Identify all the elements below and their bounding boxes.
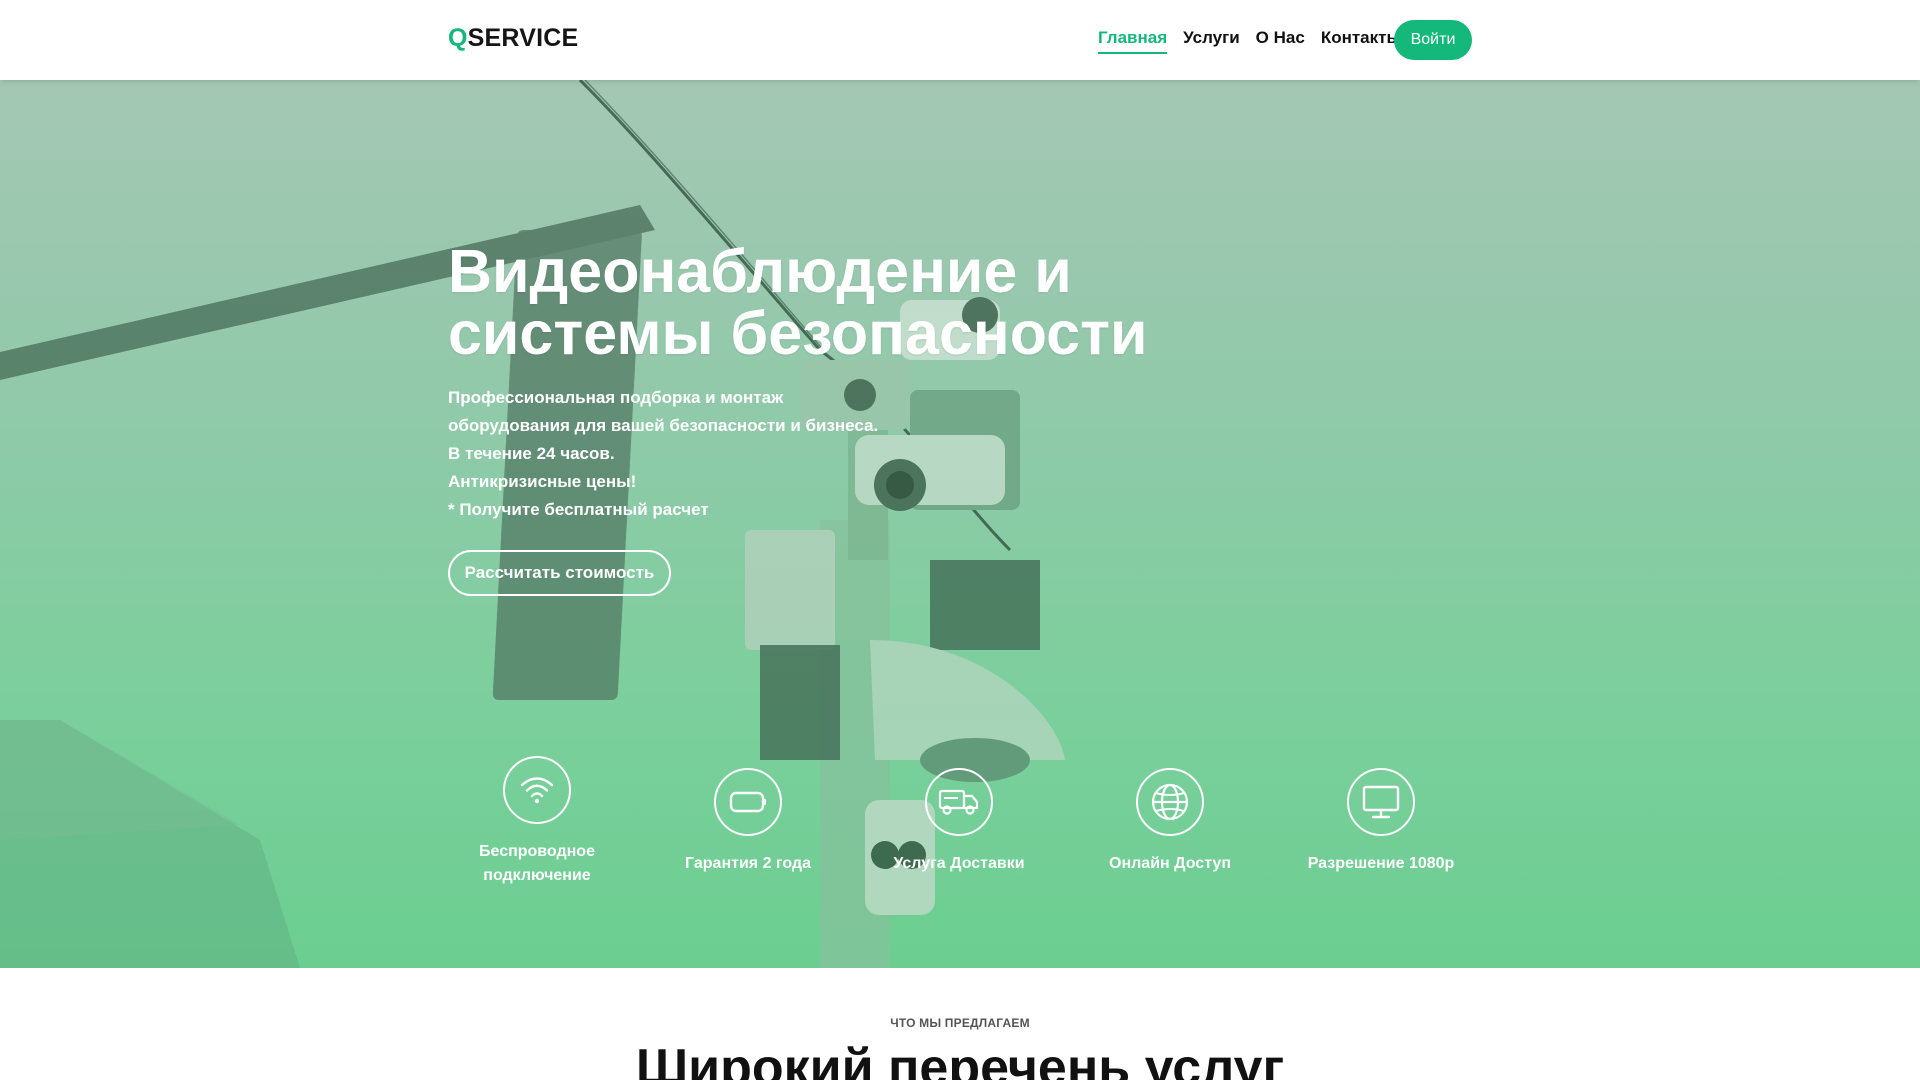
feature-label: Гарантия 2 года: [685, 855, 811, 872]
hero-title: Видеонаблюдение и системы безопасности: [448, 237, 1148, 367]
feature-label: Онлайн Доступ: [1109, 855, 1231, 872]
calculate-cost-button[interactable]: Рассчитать стоимость: [448, 550, 671, 596]
feature-resolution: Разрешение 1080p: [1281, 768, 1481, 876]
battery-icon: [714, 768, 782, 836]
feature-wireless: Беспроводное подключение: [437, 756, 637, 888]
feature-online-access: Онлайн Доступ: [1070, 768, 1270, 876]
site-header: QSERVICE Главная Услуги О Нас Контакты В…: [0, 0, 1920, 80]
logo-text: SERVICE: [467, 24, 579, 52]
wifi-icon: [503, 756, 571, 824]
feature-label: Беспроводное подключение: [479, 843, 595, 884]
feature-label: Разрешение 1080p: [1307, 855, 1455, 872]
hero-line: В течение 24 часов.: [448, 444, 615, 463]
globe-icon: [1136, 768, 1204, 836]
login-button[interactable]: Войти: [1394, 20, 1472, 60]
truck-icon: [925, 768, 993, 836]
nav-item-services[interactable]: Услуги: [1183, 28, 1240, 54]
feature-delivery: Услуга Доставки: [859, 768, 1059, 876]
nav-item-about[interactable]: О Нас: [1256, 28, 1305, 54]
hero-line: Профессиональная подборка и монтаж: [448, 388, 784, 407]
hero-line: Антикризисные цены!: [448, 472, 637, 491]
logo[interactable]: QSERVICE: [448, 24, 578, 53]
logo-q: Q: [448, 24, 468, 52]
nav-item-contacts[interactable]: Контакты: [1321, 28, 1401, 54]
services-kicker: ЧТО МЫ ПРЕДЛАГАЕМ: [890, 1016, 1030, 1030]
main-nav: Главная Услуги О Нас Контакты: [1098, 28, 1401, 54]
nav-item-home[interactable]: Главная: [1098, 28, 1168, 54]
hero-line: * Получите бесплатный расчет: [448, 500, 709, 519]
monitor-icon: [1347, 768, 1415, 836]
services-title: Широкий перечень услуг: [635, 1039, 1285, 1080]
hero-description: Профессиональная подборка и монтаж обору…: [448, 384, 968, 524]
hero-line: оборудования для вашей безопасности и би…: [448, 416, 879, 435]
hero-section: Видеонаблюдение и системы безопасности П…: [0, 80, 1920, 968]
feature-warranty: Гарантия 2 года: [648, 768, 848, 876]
feature-label: Услуга Доставки: [893, 855, 1025, 872]
